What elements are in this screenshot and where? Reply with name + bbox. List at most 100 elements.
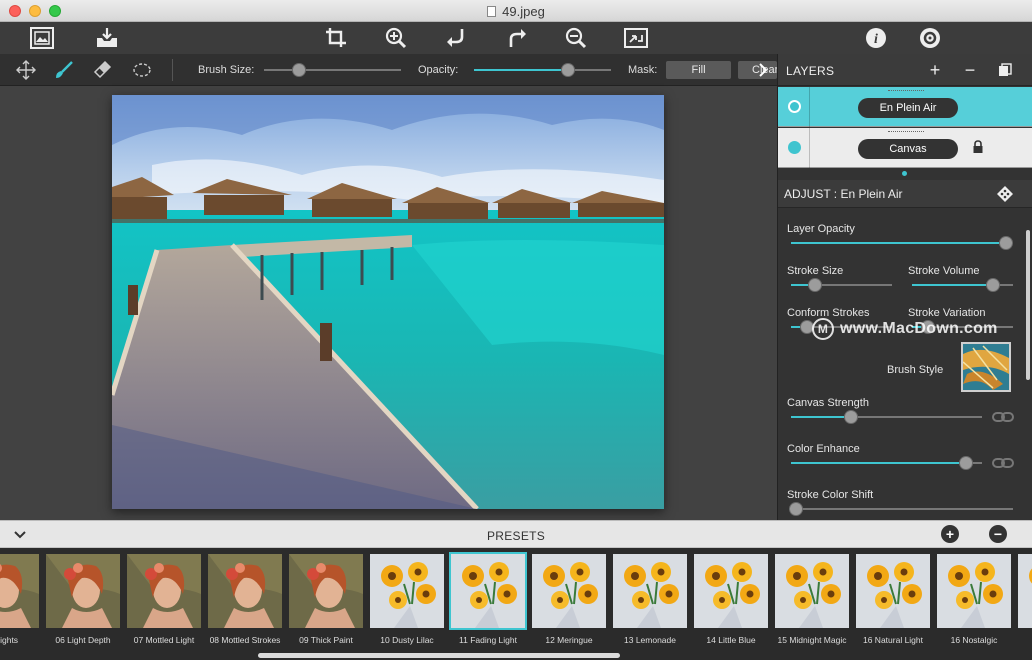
preset-thumbnail[interactable] <box>287 552 365 630</box>
preset-tile[interactable]: 11 Fading Light <box>449 552 527 645</box>
brush-size-slider[interactable] <box>264 63 401 77</box>
preset-thumbnail[interactable] <box>206 552 284 630</box>
layer-opacity-slider[interactable] <box>791 236 1013 250</box>
slider-track <box>264 69 401 71</box>
preset-tile[interactable]: 12 Meringue <box>530 552 608 645</box>
presets-strip[interactable]: ry Lights 06 Light Depth 07 Mottled Light 0… <box>0 548 1032 660</box>
preset-thumbnail[interactable] <box>125 552 203 630</box>
slider-knob[interactable] <box>561 63 576 77</box>
brush-style-thumbnail[interactable] <box>961 342 1011 392</box>
preset-thumbnail[interactable] <box>368 552 446 630</box>
layers-title: LAYERS <box>786 64 835 78</box>
preset-thumbnail[interactable] <box>1016 552 1032 630</box>
remove-preset-button[interactable]: − <box>989 525 1007 543</box>
layers-resize-handle[interactable] <box>902 171 907 176</box>
chevron-right-icon[interactable] <box>758 62 768 78</box>
preset-label: 08 Mottled Strokes <box>209 635 281 645</box>
svg-text:i: i <box>874 32 878 47</box>
preset-thumbnail[interactable] <box>935 552 1013 630</box>
preset-thumbnail[interactable] <box>449 552 527 630</box>
color-enhance-slider[interactable] <box>791 456 982 470</box>
preset-thumbnail[interactable] <box>44 552 122 630</box>
preset-tile[interactable]: 16 Nostalgic <box>935 552 1013 645</box>
preset-thumbnail[interactable] <box>0 552 41 630</box>
preset-thumbnail[interactable] <box>530 552 608 630</box>
painted-image[interactable] <box>112 95 664 509</box>
preset-thumbnail[interactable] <box>611 552 689 630</box>
lock-icon[interactable] <box>971 140 985 154</box>
layer-visibility-toggle[interactable] <box>788 141 801 154</box>
opacity-slider[interactable] <box>474 63 611 77</box>
layer-visibility-toggle[interactable] <box>788 100 801 113</box>
undo-icon[interactable] <box>442 25 470 51</box>
zoom-out-icon[interactable] <box>562 25 590 51</box>
link-icon[interactable] <box>992 457 1014 469</box>
slider-knob[interactable] <box>985 278 1000 292</box>
stroke-color-shift-label: Stroke Color Shift <box>787 489 874 501</box>
drag-handle-icon[interactable] <box>888 90 924 92</box>
preset-tile[interactable]: ry Lights <box>0 552 41 645</box>
reset-dice-icon[interactable] <box>996 185 1014 203</box>
preset-label: 07 Mottled Light <box>133 635 195 645</box>
lasso-icon[interactable] <box>131 59 153 81</box>
slider-knob[interactable] <box>999 236 1013 250</box>
preset-tile[interactable]: 13 Lemonade <box>611 552 689 645</box>
move-icon[interactable] <box>15 59 37 81</box>
preset-thumbnail-flowers <box>856 554 930 628</box>
canvas-strength-slider[interactable] <box>791 410 982 424</box>
slider-knob[interactable] <box>808 278 823 292</box>
adjust-scrollbar[interactable] <box>1026 230 1030 380</box>
preset-tile[interactable]: 07 Mottled Light <box>125 552 203 645</box>
preset-tile[interactable]: 10 Dusty Lilac <box>368 552 446 645</box>
brush-icon[interactable] <box>53 59 75 81</box>
slider-knob[interactable] <box>789 502 803 516</box>
preset-tile[interactable]: 14 Little Blue <box>692 552 770 645</box>
add-preset-button[interactable]: + <box>941 525 959 543</box>
zoom-in-icon[interactable] <box>382 25 410 51</box>
watermark: Mwww.MacDown.com <box>812 318 998 340</box>
slider-knob[interactable] <box>959 456 974 470</box>
duplicate-layer-icon[interactable] <box>995 60 1015 80</box>
preset-label: 13 Lemonade <box>624 635 676 645</box>
slider-knob[interactable] <box>292 63 307 77</box>
fit-screen-icon[interactable] <box>622 25 650 51</box>
stroke-volume-label: Stroke Volume <box>908 265 980 277</box>
preset-thumbnail-flowers <box>451 554 525 628</box>
preset-label: 11 Fading Light <box>459 635 517 645</box>
layer-row-canvas[interactable]: Canvas <box>778 128 1032 168</box>
canvas-area[interactable] <box>0 86 777 520</box>
app-window: 49.jpeg i Brush Size: Opacity: Mask: Fil… <box>0 0 1032 660</box>
slider-knob[interactable] <box>844 410 859 424</box>
stroke-volume-slider[interactable] <box>912 278 1013 292</box>
export-icon[interactable] <box>93 25 121 51</box>
eraser-icon[interactable] <box>91 59 113 81</box>
preset-tile[interactable]: 16 Natural Light <box>854 552 932 645</box>
preset-thumbnail[interactable] <box>692 552 770 630</box>
preset-tile[interactable]: 15 Midnight Magic <box>773 552 851 645</box>
redo-icon[interactable] <box>503 25 531 51</box>
stroke-color-shift-slider[interactable] <box>789 502 1013 516</box>
open-image-icon[interactable] <box>28 25 56 51</box>
link-icon[interactable] <box>992 411 1014 423</box>
stroke-size-slider[interactable] <box>791 278 892 292</box>
window-title: 49.jpeg <box>502 4 545 19</box>
preset-thumbnail-portrait <box>208 554 282 628</box>
add-layer-button[interactable]: + <box>925 60 945 80</box>
presets-scrollbar[interactable] <box>258 653 620 658</box>
preset-thumbnail-flowers <box>370 554 444 628</box>
crop-icon[interactable] <box>322 25 350 51</box>
mask-fill-button[interactable]: Fill <box>666 61 731 79</box>
preset-thumbnail[interactable] <box>773 552 851 630</box>
preset-tile[interactable]: 06 Light Depth <box>44 552 122 645</box>
preset-label: ry Lights <box>0 635 19 645</box>
preset-tile[interactable]: 09 Thick Paint <box>287 552 365 645</box>
adjust-title: ADJUST : En Plein Air <box>784 187 903 201</box>
preset-tile[interactable] <box>1016 552 1032 635</box>
info-icon[interactable]: i <box>862 25 890 51</box>
preset-thumbnail[interactable] <box>854 552 932 630</box>
remove-layer-button[interactable]: − <box>960 60 980 80</box>
preset-tile[interactable]: 08 Mottled Strokes <box>206 552 284 645</box>
settings-icon[interactable] <box>916 25 944 51</box>
drag-handle-icon[interactable] <box>888 131 924 133</box>
layer-row-en-plein-air[interactable]: En Plein Air <box>778 87 1032 127</box>
